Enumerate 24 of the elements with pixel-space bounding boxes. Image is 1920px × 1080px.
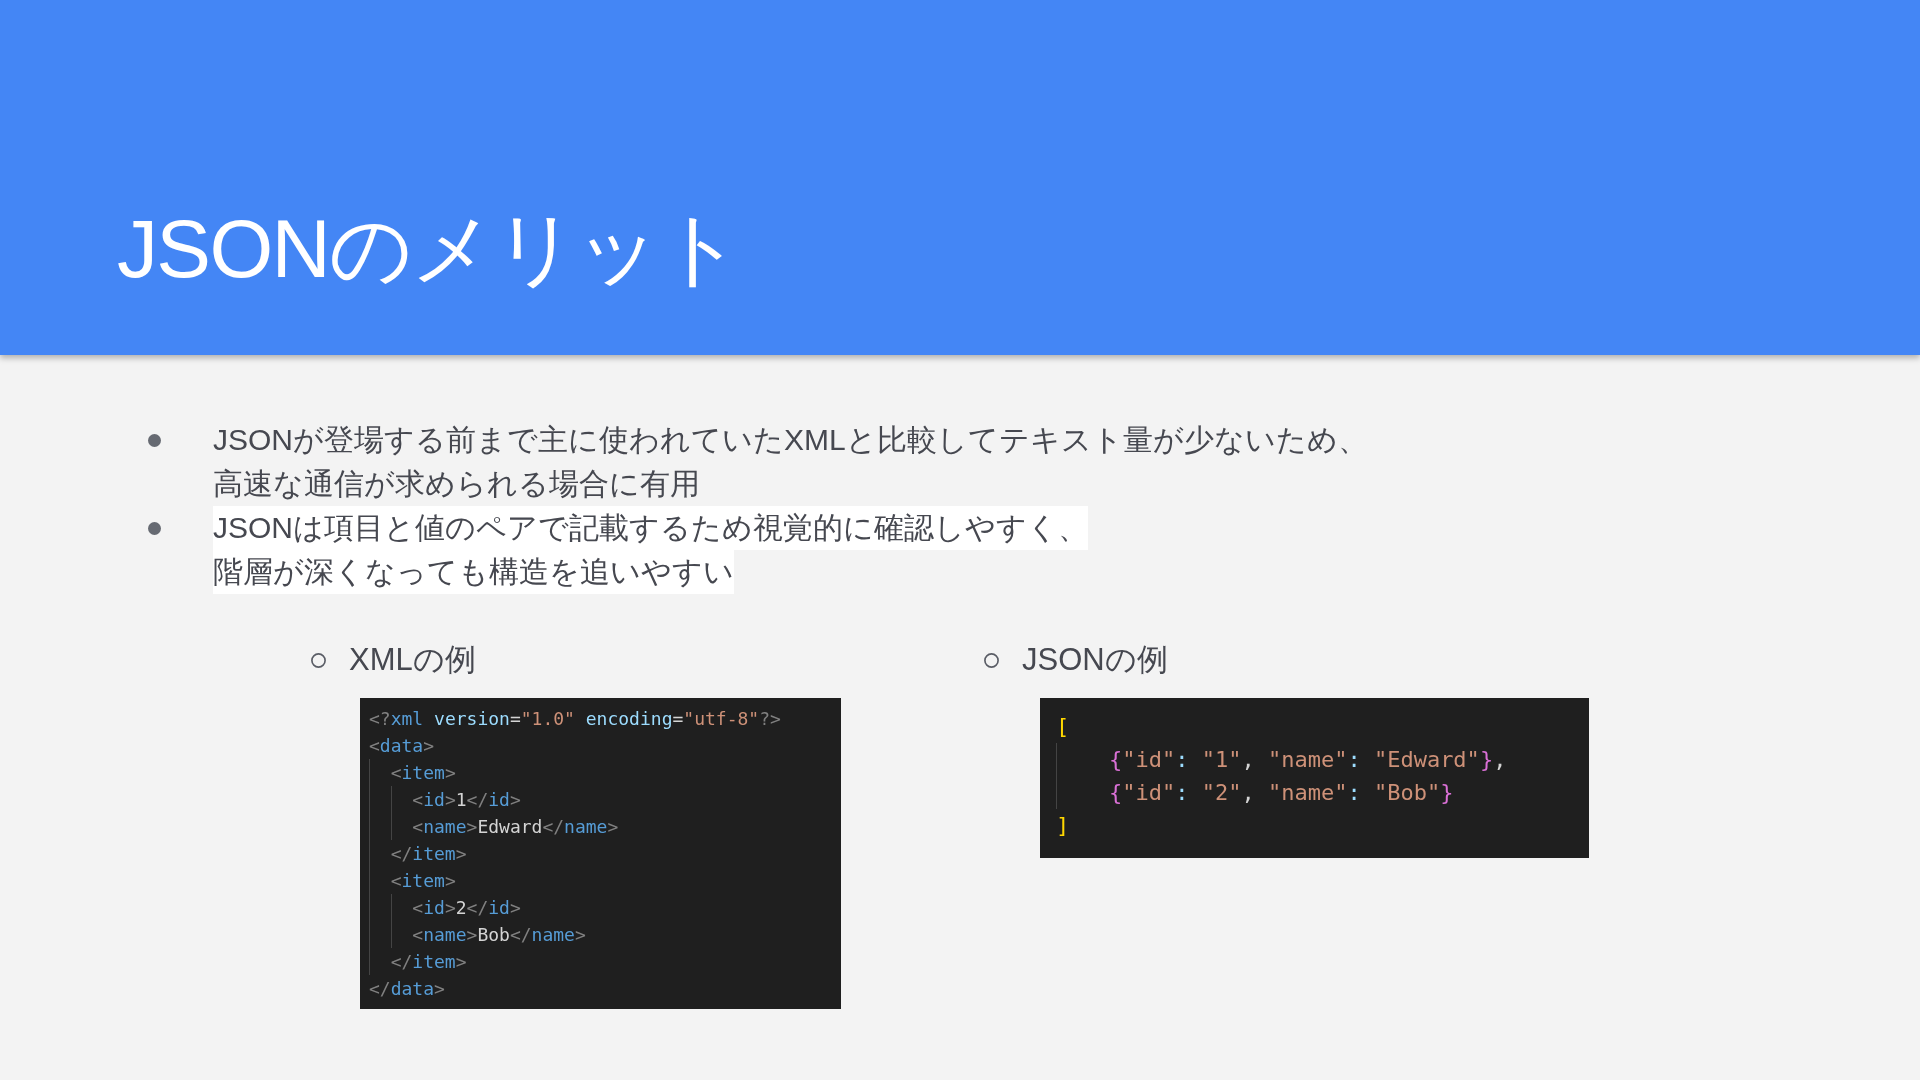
code-line: <name>Edward</name>: [412, 815, 619, 839]
bullet-dot-icon: [148, 521, 161, 535]
bullet-dot-icon: [148, 433, 161, 447]
example-heading: XMLの例: [349, 641, 476, 679]
code-line: </item>: [390, 842, 467, 866]
code-line: ]: [1056, 812, 1070, 840]
code-line: {"id": "2", "name": "Bob"}: [1108, 779, 1454, 807]
hollow-bullet-icon: [311, 652, 326, 668]
hollow-bullet-icon: [984, 652, 999, 668]
example-heading: JSONの例: [1022, 641, 1168, 679]
code-line: <id>2</id>: [412, 896, 521, 920]
code-line: <?xml version="1.0" encoding="utf-8"?>: [369, 707, 781, 731]
code-line: [: [1056, 713, 1070, 741]
bullet-text: JSONは項目と値のペアで記載するため視覚的に確認しやすく、 階層が深くなっても構造を追いやすい: [213, 506, 1088, 594]
code-line: <item>: [390, 761, 456, 785]
code-line: </data>: [369, 977, 445, 1001]
code-line: <name>Bob</name>: [412, 923, 586, 947]
code-line: </item>: [390, 950, 467, 974]
slide-title: JSONのメリット: [117, 201, 741, 296]
code-line: <item>: [390, 869, 456, 893]
code-line: {"id": "1", "name": "Edward"},: [1108, 746, 1507, 774]
code-line: <data>: [369, 734, 435, 758]
bullet-text: JSONが登場する前まで主に使われていたXMLと比較してテキスト量が少ないため、 高速な通信が求められる場合に有用: [213, 422, 1368, 502]
code-line: <id>1</id>: [412, 788, 521, 812]
